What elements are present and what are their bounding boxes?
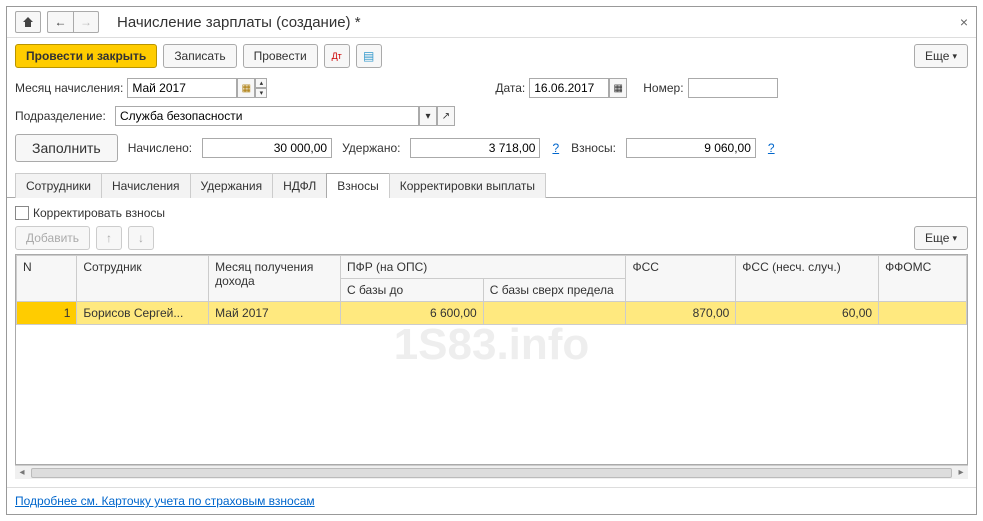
withheld-input[interactable]	[410, 138, 540, 158]
move-up-button: ↑	[96, 226, 122, 250]
cell-fss: 870,00	[626, 302, 736, 325]
dept-open-button[interactable]: ↗	[437, 106, 455, 126]
number-input[interactable]	[688, 78, 778, 98]
details-link[interactable]: Подробнее см. Карточку учета по страховы…	[15, 494, 315, 508]
tab-corrections[interactable]: Корректировки выплаты	[389, 173, 546, 198]
date-calendar-button[interactable]: ▦	[609, 78, 627, 98]
cell-pfr-base: 6 600,00	[340, 302, 483, 325]
adjust-contrib-checkbox[interactable]	[15, 206, 29, 220]
date-input[interactable]	[529, 78, 609, 98]
attachment-button[interactable]: ▤	[356, 44, 382, 68]
open-icon: ↗	[442, 111, 450, 122]
col-pfr: ПФР (на ОПС)	[340, 256, 626, 279]
window-title: Начисление зарплаты (создание) *	[117, 14, 361, 31]
forward-button: →	[73, 11, 99, 33]
add-button: Добавить	[15, 226, 90, 250]
table-more-button[interactable]: Еще ▾	[914, 226, 968, 250]
dept-input[interactable]	[115, 106, 419, 126]
scroll-thumb[interactable]	[31, 468, 952, 478]
col-income-month: Месяц получения дохода	[209, 256, 341, 302]
chevron-down-icon: ▾	[952, 233, 957, 244]
contrib-help[interactable]: ?	[768, 141, 775, 155]
tab-ndfl[interactable]: НДФЛ	[272, 173, 327, 198]
arrow-up-icon: ↑	[106, 231, 112, 245]
cell-employee: Борисов Сергей...	[77, 302, 209, 325]
titlebar: ← → Начисление зарплаты (создание) * ×	[7, 7, 976, 38]
scroll-right-button[interactable]: ▸	[954, 466, 968, 480]
cell-pfr-over	[483, 302, 626, 325]
table-row[interactable]: 1 Борисов Сергей... Май 2017 6 600,00 87…	[17, 302, 967, 325]
home-button[interactable]	[15, 11, 41, 33]
attachment-icon: ▤	[363, 49, 374, 63]
post-and-close-button[interactable]: Провести и закрыть	[15, 44, 157, 68]
tab-deductions[interactable]: Удержания	[190, 173, 274, 198]
calendar-icon: ▦	[242, 83, 251, 94]
month-up-button[interactable]: ▴	[255, 78, 267, 88]
debit-credit-icon: Дт	[332, 51, 342, 61]
cell-fss-acc: 60,00	[736, 302, 879, 325]
post-button[interactable]: Провести	[243, 44, 318, 68]
calendar-icon: ▦	[614, 83, 623, 94]
tab-accruals[interactable]: Начисления	[101, 173, 191, 198]
move-down-button: ↓	[128, 226, 154, 250]
contrib-label: Взносы:	[571, 141, 616, 155]
back-button[interactable]: ←	[47, 11, 73, 33]
month-down-button[interactable]: ▾	[255, 88, 267, 98]
col-n: N	[17, 256, 77, 302]
arrow-right-icon: →	[80, 15, 92, 29]
watermark: 1S83.info	[394, 320, 590, 370]
main-toolbar: Провести и закрыть Записать Провести Дт …	[7, 38, 976, 74]
month-calendar-button[interactable]: ▦	[237, 78, 255, 98]
adjust-contrib-label: Корректировать взносы	[33, 206, 165, 220]
accrued-label: Начислено:	[128, 141, 192, 155]
tab-contributions[interactable]: Взносы	[326, 173, 389, 198]
month-input[interactable]	[127, 78, 237, 98]
dept-dropdown-button[interactable]: ▾	[419, 106, 437, 126]
scroll-left-button[interactable]: ◂	[15, 466, 29, 480]
withheld-label: Удержано:	[342, 141, 400, 155]
month-label: Месяц начисления:	[15, 81, 123, 95]
tabs: Сотрудники Начисления Удержания НДФЛ Взн…	[7, 172, 976, 198]
tab-employees[interactable]: Сотрудники	[15, 173, 102, 198]
cell-n: 1	[17, 302, 77, 325]
chevron-down-icon: ▾	[425, 111, 430, 122]
horizontal-scrollbar[interactable]: ◂ ▸	[15, 465, 968, 479]
close-button[interactable]: ×	[960, 14, 968, 30]
number-label: Номер:	[643, 81, 683, 95]
withheld-help[interactable]: ?	[552, 141, 559, 155]
more-button[interactable]: Еще ▾	[914, 44, 968, 68]
col-pfr-base: С базы до	[340, 279, 483, 302]
col-pfr-over: С базы сверх предела	[483, 279, 626, 302]
arrow-left-icon: ←	[55, 15, 67, 29]
cell-month: Май 2017	[209, 302, 341, 325]
col-ffoms: ФФОМС	[879, 256, 967, 302]
contributions-table[interactable]: 1S83.info N Сотрудник Месяц получения до…	[15, 254, 968, 465]
col-employee: Сотрудник	[77, 256, 209, 302]
col-fss-acc: ФСС (несч. случ.)	[736, 256, 879, 302]
col-fss: ФСС	[626, 256, 736, 302]
contrib-input[interactable]	[626, 138, 756, 158]
fill-button[interactable]: Заполнить	[15, 134, 118, 162]
chevron-down-icon: ▾	[952, 51, 957, 62]
cell-ffoms	[879, 302, 967, 325]
dtkt-button[interactable]: Дт	[324, 44, 350, 68]
save-button[interactable]: Записать	[163, 44, 236, 68]
accrued-input[interactable]	[202, 138, 332, 158]
dept-label: Подразделение:	[15, 109, 111, 123]
arrow-down-icon: ↓	[138, 231, 144, 245]
date-label: Дата:	[495, 81, 525, 95]
